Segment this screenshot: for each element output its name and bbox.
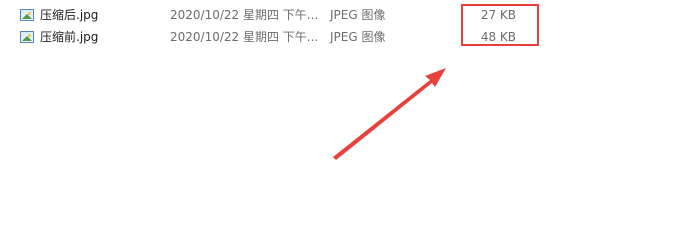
red-arrow-annotation	[333, 68, 446, 160]
arrow-shape	[333, 68, 446, 160]
